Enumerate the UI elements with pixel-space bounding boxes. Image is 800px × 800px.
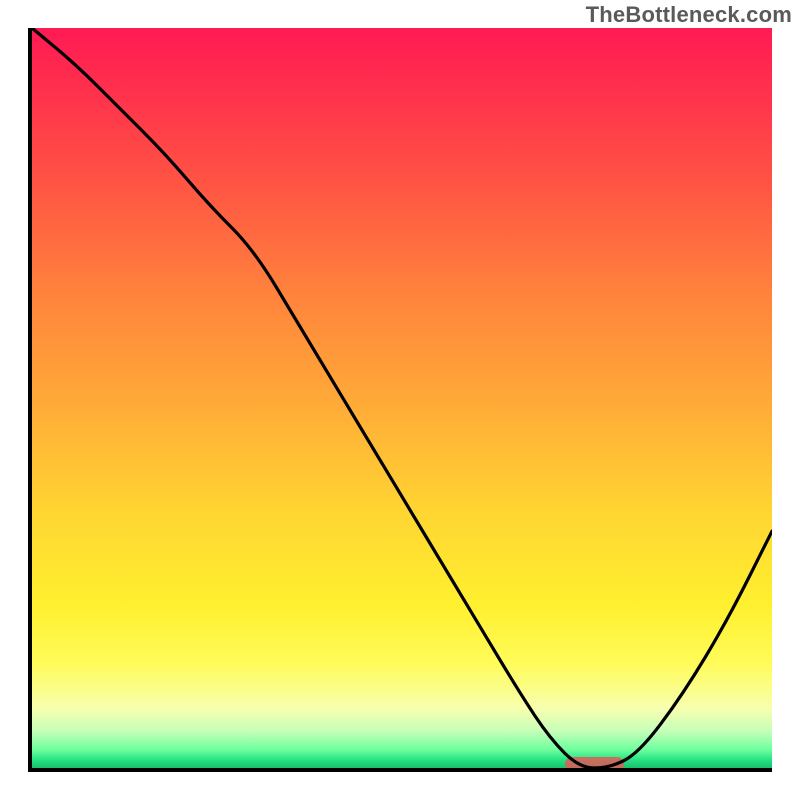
bottleneck-chart: TheBottleneck.com bbox=[0, 0, 800, 800]
bottleneck-curve bbox=[32, 28, 772, 768]
plot-area bbox=[28, 28, 772, 772]
watermark-text: TheBottleneck.com bbox=[586, 2, 792, 28]
